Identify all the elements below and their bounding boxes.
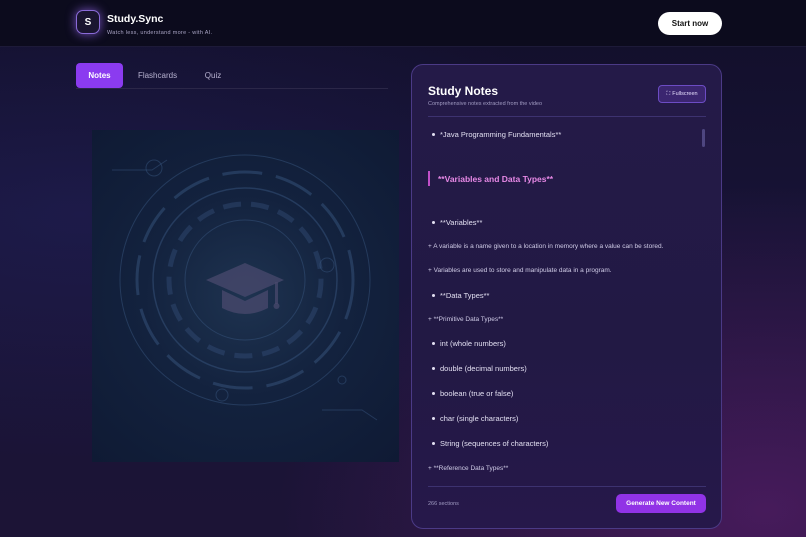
top-bar: S Study.Sync Watch less, understand more… bbox=[0, 0, 806, 47]
sections-count: 266 sections bbox=[428, 501, 459, 507]
tab-quiz[interactable]: Quiz bbox=[196, 63, 230, 88]
generate-new-content-button[interactable]: Generate New Content bbox=[616, 494, 706, 513]
brand-name[interactable]: Study.Sync bbox=[107, 13, 163, 25]
note-line: + A variable is a name given to a locati… bbox=[428, 243, 664, 250]
note-line: String (sequences of characters) bbox=[428, 439, 548, 448]
note-line: *Java Programming Fundamentals** bbox=[428, 130, 561, 139]
tab-flashcards[interactable]: Flashcards bbox=[130, 63, 185, 88]
graduation-cap-icon bbox=[206, 263, 284, 314]
logo[interactable]: S bbox=[76, 10, 100, 34]
note-line: double (decimal numbers) bbox=[428, 364, 527, 373]
divider bbox=[428, 486, 706, 487]
fullscreen-button[interactable]: ⛶ Fullscreen bbox=[658, 85, 706, 103]
note-line: **Data Types** bbox=[428, 291, 489, 300]
video-artwork bbox=[112, 154, 378, 421]
fullscreen-label: Fullscreen bbox=[672, 91, 698, 97]
logo-letter: S bbox=[84, 16, 92, 28]
tagline: Watch less, understand more - with AI. bbox=[107, 30, 213, 36]
note-line: + Variables are used to store and manipu… bbox=[428, 267, 612, 274]
panel-subtitle: Comprehensive notes extracted from the v… bbox=[428, 101, 543, 107]
note-line: + **Primitive Data Types** bbox=[428, 316, 504, 323]
divider bbox=[428, 116, 706, 117]
panel-title: Study Notes bbox=[428, 84, 499, 98]
tab-notes[interactable]: Notes bbox=[76, 63, 123, 88]
note-line: int (whole numbers) bbox=[428, 339, 506, 348]
expand-icon: ⛶ bbox=[666, 90, 671, 97]
video-player[interactable] bbox=[92, 130, 399, 462]
scrollbar[interactable] bbox=[702, 129, 705, 147]
note-line: boolean (true or false) bbox=[428, 389, 513, 398]
content-tabs: Notes Flashcards Quiz bbox=[76, 63, 388, 89]
notes-content[interactable]: *Java Programming Fundamentals** **Varia… bbox=[428, 121, 706, 485]
study-notes-panel: Study Notes Comprehensive notes extracte… bbox=[411, 64, 722, 529]
note-line: **Variables** bbox=[428, 218, 482, 227]
note-line: char (single characters) bbox=[428, 414, 518, 423]
start-now-button[interactable]: Start now bbox=[658, 12, 722, 35]
note-heading: **Variables and Data Types** bbox=[428, 171, 553, 186]
note-line: + **Reference Data Types** bbox=[428, 465, 509, 472]
